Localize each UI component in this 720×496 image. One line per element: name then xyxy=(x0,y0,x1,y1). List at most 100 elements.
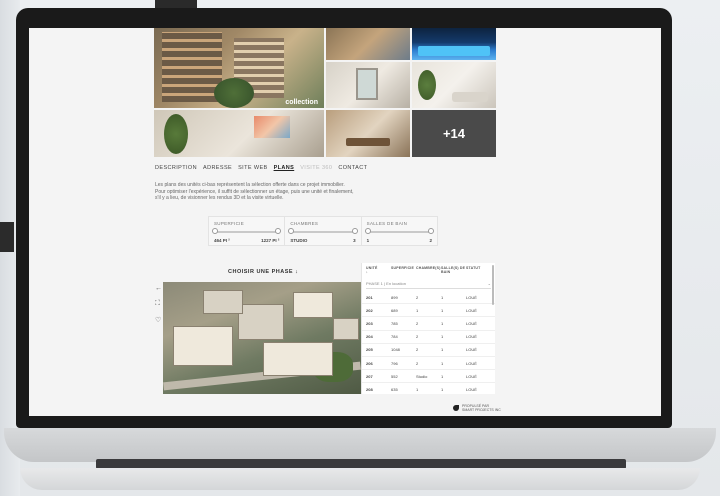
table-cell: 635 xyxy=(391,386,398,392)
filter-superficie: SUPERFICIE 464 PI ² 1227 PI ² xyxy=(209,217,286,245)
logo-text: PROPULSÉ PAR SMART PROJECTS INC xyxy=(462,404,501,412)
slider-handle-max[interactable] xyxy=(351,228,358,234)
photo-gallery: collection +14 xyxy=(154,28,496,157)
table-cell: 2 xyxy=(416,320,419,326)
tab-site-web[interactable]: SITE WEB xyxy=(238,165,267,171)
building-block xyxy=(238,304,284,340)
building-block xyxy=(293,292,333,318)
gallery-photo-dining[interactable] xyxy=(326,110,410,157)
filter-range: 1 2 xyxy=(367,238,432,243)
gallery-photo-living[interactable] xyxy=(412,62,496,108)
filter-range: 464 PI ² 1227 PI ² xyxy=(214,238,279,243)
slider-handle-min[interactable] xyxy=(212,228,218,234)
table-cell: LOUÉ xyxy=(466,386,477,392)
table-cell: 2 xyxy=(416,347,419,353)
table-cell: 202 xyxy=(366,307,373,313)
fullscreen-icon[interactable]: ⛶ xyxy=(155,300,162,308)
more-count: +14 xyxy=(442,126,466,141)
table-cell: 1 xyxy=(441,386,444,392)
table-cell: 2 xyxy=(416,360,419,366)
units-table-header: UNITÉ ↓ SUPERFICIE CHAMBRE(S) SALLE(S) DE… xyxy=(362,263,495,277)
gallery-photo-facade[interactable] xyxy=(326,28,410,60)
tab-description[interactable]: DESCRIPTION xyxy=(155,165,197,171)
filter-chambres: CHAMBRES STUDIO 3 xyxy=(285,217,362,245)
table-cell: 796 xyxy=(391,360,398,366)
table-cell: 899 xyxy=(391,294,398,300)
plant-shape xyxy=(418,70,436,100)
slider-handle-max[interactable] xyxy=(275,228,282,234)
table-cell: 205 xyxy=(366,347,373,353)
laptop-screen: collection +14 DESCRIPTION ADRESSE SITE … xyxy=(29,28,661,416)
table-cell: 203 xyxy=(366,320,373,326)
range-min: 464 PI ² xyxy=(214,238,230,243)
table-cell: 1 xyxy=(416,307,419,313)
tab-adresse[interactable]: ADRESSE xyxy=(203,165,232,171)
building-block xyxy=(333,318,359,340)
pool-shape xyxy=(418,46,490,56)
range-max: 2 xyxy=(429,238,432,243)
table-cell: LOUÉ xyxy=(466,307,477,313)
back-arrow-icon[interactable]: ← xyxy=(155,285,162,292)
heart-icon[interactable]: ♡ xyxy=(155,316,162,324)
gallery-photo-pool[interactable] xyxy=(412,28,496,60)
filter-label: SUPERFICIE xyxy=(214,221,245,226)
col-statut[interactable]: STATUT xyxy=(466,266,491,274)
image-actions: ← ⛶ ♡ xyxy=(155,285,162,324)
table-cell: LOUÉ xyxy=(466,320,477,326)
slider-track[interactable] xyxy=(214,231,280,233)
gallery-photo-interior[interactable] xyxy=(326,62,410,108)
table-cell: 2 xyxy=(416,334,419,340)
table-row[interactable]: 205 1048 2 1 LOUÉ xyxy=(362,344,495,357)
slider-handle-min[interactable] xyxy=(288,228,295,234)
table-cell: 552 xyxy=(391,373,398,379)
units-scrollbar[interactable] xyxy=(492,265,494,305)
gallery-photo-lounge[interactable] xyxy=(154,110,324,157)
aerial-site-photo[interactable] xyxy=(163,282,361,394)
phase-label: CHOISIR UNE PHASE xyxy=(228,269,294,275)
table-row[interactable]: 206 796 2 1 LOUÉ xyxy=(362,357,495,371)
col-unite[interactable]: UNITÉ ↓ xyxy=(366,266,391,274)
table-cell: 201 xyxy=(366,294,373,300)
table-row[interactable]: 204 784 2 1 LOUÉ xyxy=(362,331,495,344)
filter-range: STUDIO 3 xyxy=(290,238,355,243)
artwork-shape xyxy=(254,116,290,138)
building-shape xyxy=(162,32,222,102)
table-cell: 1 xyxy=(441,320,444,326)
gallery-more-button[interactable]: +14 xyxy=(412,110,496,157)
section-tabs: DESCRIPTION ADRESSE SITE WEB PLANS VISIT… xyxy=(155,165,367,171)
tab-visite-360[interactable]: VISITE 360 xyxy=(300,165,332,171)
tab-plans[interactable]: PLANS xyxy=(274,165,295,171)
slider-handle-min[interactable] xyxy=(364,228,371,234)
choose-phase-button[interactable]: CHOISIR UNE PHASE ↓ xyxy=(228,269,298,275)
table-cell: LOUÉ xyxy=(466,373,477,379)
col-salles[interactable]: SALLE(S) DE BAIN xyxy=(441,266,466,274)
slider-track[interactable] xyxy=(290,231,356,233)
table-row[interactable]: 208 635 1 1 LOUÉ xyxy=(362,383,495,394)
table-cell: Studio xyxy=(416,373,428,379)
table-cell: 206 xyxy=(366,360,373,366)
gallery-photo-exterior[interactable]: collection xyxy=(154,28,324,108)
filter-label: SALLES DE BAIN xyxy=(366,221,408,226)
table-row[interactable]: 207 552 Studio 1 LOUÉ xyxy=(362,370,495,384)
phase-select-value: PHASE 1 | En location xyxy=(366,281,406,286)
table-row[interactable]: 201 899 2 1 LOUÉ xyxy=(362,291,495,305)
col-superficie[interactable]: SUPERFICIE xyxy=(391,266,416,274)
slider-track[interactable] xyxy=(366,231,432,233)
phase-select[interactable]: PHASE 1 | En location ⌄ xyxy=(366,281,491,289)
table-cell: 1 xyxy=(441,373,444,379)
table-row[interactable]: 203 785 2 1 LOUÉ xyxy=(362,317,495,331)
range-max: 1227 PI ² xyxy=(261,238,280,243)
table-cell: 689 xyxy=(391,307,398,313)
col-chambres[interactable]: CHAMBRE(S) xyxy=(416,266,441,274)
slider-handle-max[interactable] xyxy=(427,228,434,234)
filter-label: CHAMBRES xyxy=(290,221,319,226)
tab-contact[interactable]: CONTACT xyxy=(338,165,367,171)
filter-salles-de-bain: SALLES DE BAIN 1 2 xyxy=(362,217,437,245)
table-cell: 1 xyxy=(441,334,444,340)
building-block xyxy=(263,342,333,376)
table-row[interactable]: 202 689 1 1 LOUÉ xyxy=(362,304,495,318)
building-block xyxy=(203,290,243,314)
units-rows: 201 899 2 1 LOUÉ 202 689 1 1 LOUÉ 203 785 2 1 LOUÉ 204 7… xyxy=(362,291,495,394)
arrow-down-icon: ↓ xyxy=(295,269,299,275)
window-shape xyxy=(356,68,378,100)
